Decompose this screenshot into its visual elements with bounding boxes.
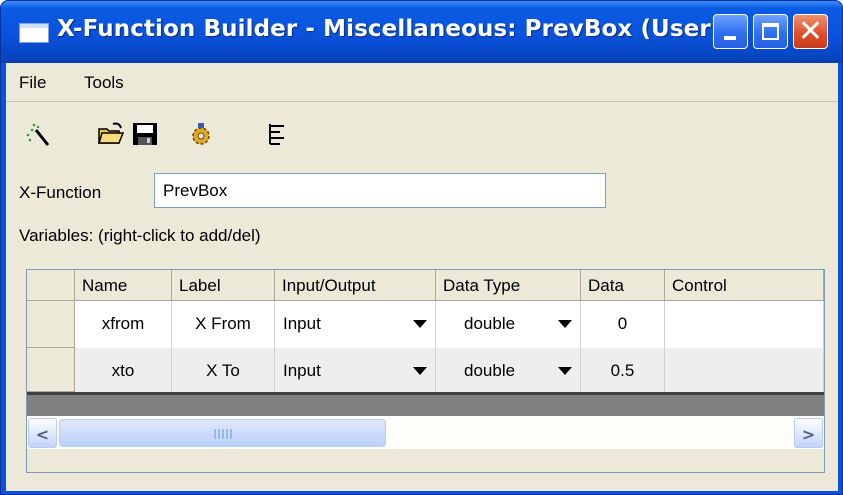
dropdown-arrow-icon[interactable] (558, 320, 572, 328)
label-cell[interactable]: X To (172, 348, 275, 392)
save-icon[interactable] (131, 121, 159, 147)
column-header-data-type[interactable]: Data Type (436, 270, 581, 300)
grid-empty-area (27, 392, 824, 416)
input-output-dropdown[interactable]: Input (275, 301, 436, 348)
name-cell[interactable]: xfrom (75, 301, 172, 348)
horizontal-scrollbar[interactable]: < > (27, 417, 824, 449)
wand-icon[interactable] (24, 121, 52, 147)
gear-icon[interactable] (188, 121, 216, 147)
window-icon (19, 23, 49, 43)
label-cell[interactable]: X From (172, 301, 275, 348)
x-function-builder-window: X-Function Builder - Miscellaneous: Prev… (0, 0, 843, 495)
maximize-icon (762, 23, 779, 40)
input-output-value: Input (283, 361, 321, 380)
tree-view-icon[interactable] (264, 121, 292, 147)
column-header-label[interactable]: Label (172, 270, 275, 300)
variables-label: Variables: (right-click to add/del) (19, 226, 261, 245)
control-cell[interactable] (665, 348, 824, 392)
data-cell[interactable]: 0 (581, 301, 665, 348)
x-function-label: X-Function (19, 183, 102, 202)
close-icon: ✕ (797, 14, 824, 49)
label-value: X From (195, 314, 251, 333)
minimize-icon (724, 36, 736, 40)
grid-footer (27, 449, 824, 472)
input-output-value: Input (283, 314, 321, 333)
column-header-name[interactable]: Name (75, 270, 172, 300)
chevron-right-icon: > (801, 425, 816, 444)
corner-cell[interactable] (27, 270, 75, 300)
scrollbar-thumb[interactable] (59, 419, 386, 447)
menu-bar: File Tools (6, 63, 838, 101)
name-value: xto (111, 361, 135, 380)
minimize-button[interactable] (713, 14, 748, 49)
scroll-right-button[interactable]: > (794, 418, 823, 448)
dropdown-arrow-icon[interactable] (558, 367, 572, 375)
row-header[interactable] (27, 301, 75, 348)
menu-file[interactable]: File (19, 73, 46, 93)
data-cell[interactable]: 0.5 (581, 348, 665, 392)
data-value: 0 (617, 314, 628, 333)
dropdown-arrow-icon[interactable] (413, 367, 427, 375)
name-value: xfrom (101, 314, 145, 333)
row-header[interactable] (27, 348, 75, 392)
table-row: xfrom X From Input double 0 (27, 301, 824, 348)
open-folder-icon[interactable] (97, 121, 125, 147)
control-cell[interactable] (665, 301, 824, 348)
data-type-value: double (464, 361, 516, 380)
data-type-dropdown[interactable]: double (436, 301, 581, 348)
dropdown-arrow-icon[interactable] (413, 320, 427, 328)
column-header-data[interactable]: Data (581, 270, 665, 300)
close-button[interactable]: ✕ (793, 14, 828, 49)
data-type-value: double (464, 314, 516, 333)
grip-icon (214, 429, 232, 439)
chevron-left-icon: < (35, 425, 50, 444)
table-row: xto X To Input double 0.5 (27, 348, 824, 392)
menu-tools[interactable]: Tools (84, 73, 124, 93)
label-value: X To (206, 361, 240, 380)
input-output-dropdown[interactable]: Input (275, 348, 436, 392)
window-title: X-Function Builder - Miscellaneous: Prev… (57, 16, 722, 42)
title-bar[interactable]: X-Function Builder - Miscellaneous: Prev… (1, 1, 842, 63)
data-type-dropdown[interactable]: double (436, 348, 581, 392)
x-function-name-input[interactable] (154, 173, 606, 208)
variables-grid[interactable]: Name Label Input/Output Data Type Data C… (26, 269, 825, 473)
data-value: 0.5 (610, 361, 635, 380)
menu-separator (6, 101, 838, 102)
column-header-control[interactable]: Control (665, 270, 824, 300)
client-area: File Tools X-Function PrevBox Variables:… (6, 63, 838, 491)
column-header-input-output[interactable]: Input/Output (275, 270, 436, 300)
scroll-left-button[interactable]: < (28, 418, 57, 448)
name-cell[interactable]: xto (75, 348, 172, 392)
grid-header-row: Name Label Input/Output Data Type Data C… (27, 270, 824, 301)
maximize-button[interactable] (753, 14, 788, 49)
